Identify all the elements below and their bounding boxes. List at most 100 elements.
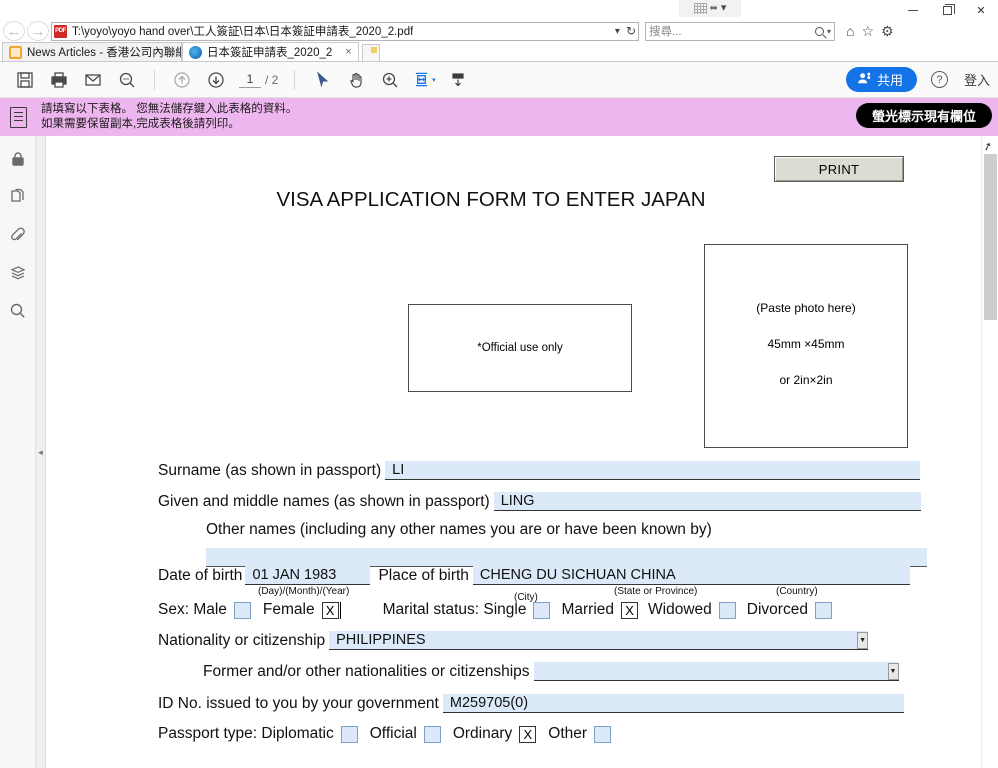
chevron-down-icon[interactable]: ▾ (721, 3, 727, 14)
surname-row: Surname (as shown in passport) LI (158, 461, 928, 480)
gear-icon[interactable]: ⚙ (881, 23, 894, 40)
nationality-row: Nationality or citizenship PHILIPPINES ▼ (158, 631, 869, 650)
help-icon[interactable]: ? (930, 71, 948, 88)
sidebar-collapse-handle[interactable]: ◄ (36, 136, 46, 768)
notice-text: 請填寫以下表格。 您無法儲存鍵入此表格的資料。 如果需要保留副本,完成表格後請列… (41, 102, 297, 132)
paperclip-icon[interactable] (7, 224, 29, 246)
search-icon[interactable] (814, 26, 824, 36)
signin-button[interactable]: 登入 (964, 70, 990, 89)
print-form-button[interactable]: PRINT (774, 156, 904, 182)
scrollbar-thumb[interactable] (984, 154, 997, 320)
surname-input[interactable]: LI (385, 461, 921, 480)
toolbar-divider (154, 69, 155, 90)
marital-married-checkbox[interactable]: X (621, 601, 639, 619)
page-total-label: / 2 (265, 72, 279, 87)
search-input[interactable]: 搜尋... ▾ (645, 21, 835, 41)
sex-female-checkbox[interactable]: X (321, 601, 339, 619)
marital-divorced-label: Divorced (746, 601, 808, 618)
news-favicon (9, 45, 22, 59)
share-button[interactable]: 共用 (845, 67, 917, 92)
arrow-up-icon[interactable] (165, 63, 199, 97)
search-dropdown-icon[interactable]: ▾ (827, 27, 831, 36)
tab-label: 日本簽証申請表_2020_2 (207, 47, 333, 59)
page-navigation: 1 / 2 (239, 72, 278, 88)
grid-icon[interactable] (693, 3, 707, 14)
id-no-row: ID No. issued to you by your government … (158, 694, 904, 713)
id-no-label: ID No. issued to you by your government (158, 695, 439, 712)
form-notice-bar: 請填寫以下表格。 您無法儲存鍵入此表格的資料。 如果需要保留副本,完成表格後請列… (0, 98, 998, 136)
passport-ordinary-checkbox[interactable]: X (519, 725, 537, 743)
hand-icon[interactable] (339, 63, 373, 97)
pdf-document-view[interactable]: PRINT VISA APPLICATION FORM TO ENTER JAP… (46, 136, 998, 768)
pdf-toolbar: 1 / 2 ▾ 共用 ? 登入 (0, 62, 998, 98)
chevron-down-icon[interactable]: ▼ (887, 662, 899, 680)
close-button[interactable]: ✕ (964, 0, 998, 20)
collapse-left-icon[interactable]: ◄ (37, 448, 45, 457)
snap-layouts-widget[interactable]: ⬌ ▾ (679, 0, 741, 17)
passport-other-checkbox[interactable] (594, 725, 612, 743)
passport-official-checkbox[interactable] (423, 725, 441, 743)
pob-label: Place of birth (378, 567, 469, 584)
given-names-label: Given and middle names (as shown in pass… (158, 493, 490, 510)
page-number-input[interactable]: 1 (239, 72, 261, 88)
scroll-down-icon[interactable] (441, 63, 475, 97)
dob-input[interactable]: 01 JAN 1983 (245, 566, 371, 585)
highlight-fields-button[interactable]: 螢光標示現有欄位 (855, 103, 992, 128)
url-input[interactable]: PDF T:\yoyo\yoyo hand over\工人簽証\日本\日本簽証申… (51, 21, 639, 41)
marital-single-checkbox[interactable] (533, 601, 551, 619)
dob-format-note: (Day)/(Month)/(Year) (258, 586, 350, 597)
toolbar-divider (294, 69, 296, 90)
new-tab-button[interactable] (361, 44, 380, 61)
email-icon[interactable] (76, 63, 110, 97)
pages-icon[interactable] (7, 186, 29, 208)
layers-icon[interactable] (7, 262, 29, 284)
refresh-icon[interactable]: ↻ (626, 24, 636, 38)
pob-input[interactable]: CHENG DU SICHUAN CHINA (472, 566, 910, 585)
nationality-label: Nationality or citizenship (158, 632, 326, 649)
nationality-dropdown[interactable]: PHILIPPINES ▼ (329, 631, 869, 650)
star-icon[interactable]: ☆ (861, 23, 874, 40)
close-icon[interactable]: × (345, 46, 351, 58)
home-icon[interactable]: ⌂ (846, 23, 854, 39)
lock-icon[interactable] (7, 148, 29, 170)
marital-divorced-checkbox[interactable] (814, 601, 832, 619)
arrow-down-icon[interactable] (199, 63, 233, 97)
fit-page-icon[interactable]: ▾ (407, 63, 441, 97)
photo-line-2: 45mm ×45mm (767, 337, 845, 351)
save-icon[interactable] (8, 63, 42, 97)
sex-male-checkbox[interactable] (233, 601, 251, 619)
minimize-button[interactable] (896, 0, 930, 20)
marital-married-label: Married (561, 601, 615, 618)
browser-tab-pdf[interactable]: 日本簽証申請表_2020_2 × (182, 42, 359, 61)
former-nationality-row: Former and/or other nationalities or cit… (203, 662, 899, 681)
cursor-arrow-icon[interactable] (305, 63, 339, 97)
url-text: T:\yoyo\yoyo hand over\工人簽証\日本\日本簽証申請表_2… (72, 26, 414, 38)
sex-label: Sex: Male (158, 601, 227, 618)
sex-marital-row: Sex: Male Female X Marital status: Singl… (158, 601, 832, 619)
passport-official-label: Official (369, 725, 417, 742)
photo-line-1: (Paste photo here) (756, 301, 856, 315)
browser-tab-news[interactable]: News Articles - 香港公司內聯網 (2, 42, 182, 61)
photo-paste-box: (Paste photo here) 45mm ×45mm or 2in×2in (704, 244, 908, 448)
given-names-input[interactable]: LING (493, 492, 921, 511)
other-names-label: Other names (including any other names y… (206, 521, 712, 538)
vertical-scrollbar[interactable]: ➚ (981, 136, 998, 768)
pob-country-note: (Country) (776, 586, 818, 597)
former-nationality-dropdown[interactable]: ▼ (533, 662, 899, 681)
maximize-button[interactable] (930, 0, 964, 20)
url-dropdown-icon[interactable]: ▾ (615, 26, 620, 37)
back-arrow-icon[interactable]: ← (3, 21, 25, 41)
find-icon[interactable] (110, 63, 144, 97)
zoom-in-icon[interactable] (373, 63, 407, 97)
search-icon[interactable] (7, 300, 29, 322)
forward-arrow-icon[interactable]: → (27, 21, 49, 41)
chevron-down-icon[interactable]: ▾ (432, 76, 436, 84)
id-no-input[interactable]: M259705(0) (442, 694, 904, 713)
page-title: VISA APPLICATION FORM TO ENTER JAPAN (276, 188, 706, 211)
expand-icon[interactable]: ⬌ (710, 3, 718, 14)
print-icon[interactable] (42, 63, 76, 97)
chevron-down-icon[interactable]: ▼ (857, 631, 869, 649)
passport-diplomatic-checkbox[interactable] (340, 725, 358, 743)
marital-widowed-checkbox[interactable] (718, 601, 736, 619)
other-names-input[interactable] (206, 548, 927, 567)
